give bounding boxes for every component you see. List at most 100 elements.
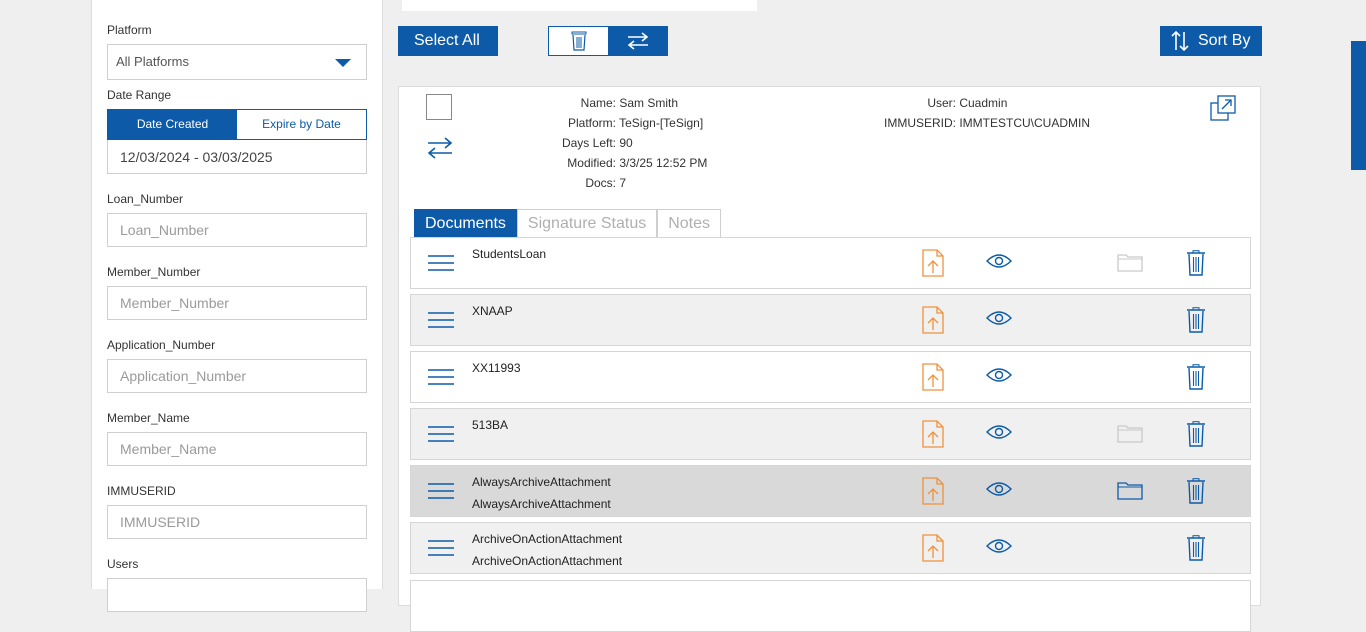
record-name: Name: Sam Smith xyxy=(539,96,678,110)
record-docs-value: 7 xyxy=(619,176,627,190)
document-name: StudentsLoan xyxy=(472,247,547,261)
view-eye-icon[interactable] xyxy=(986,481,1012,497)
document-name: AlwaysArchiveAttachment xyxy=(472,475,611,489)
document-subname: AlwaysArchiveAttachment xyxy=(472,497,611,511)
record-platform-value: TeSign-[TeSign] xyxy=(619,116,704,130)
drag-handle-icon[interactable] xyxy=(428,482,454,500)
open-external-icon[interactable] xyxy=(1210,95,1236,121)
transfer-icon[interactable] xyxy=(426,137,454,159)
folder-icon[interactable] xyxy=(1117,423,1143,443)
drag-handle-icon[interactable] xyxy=(428,539,454,557)
document-name: 513BA xyxy=(472,418,509,432)
list-item[interactable]: XNAAP xyxy=(410,294,1251,346)
tab-notes[interactable]: Notes xyxy=(657,209,722,239)
record-card: Name: Sam Smith Platform: TeSign-[TeSign… xyxy=(398,86,1261,632)
list-item[interactable] xyxy=(410,580,1251,632)
record-docs: Docs: 7 xyxy=(539,176,626,190)
upload-file-icon[interactable] xyxy=(922,477,944,505)
sort-icon xyxy=(1171,30,1189,52)
record-user-key: User: xyxy=(927,96,956,110)
drag-handle-icon[interactable] xyxy=(428,368,454,386)
filter-sidebar: Platform All Platforms Date Range Date C… xyxy=(91,0,383,612)
tab-signature-status[interactable]: Signature Status xyxy=(516,209,658,239)
record-tabs: Documents Signature Status Notes xyxy=(414,209,722,239)
record-days-key: Days Left: xyxy=(561,136,616,150)
member-name-input[interactable]: Member_Name xyxy=(107,432,367,466)
bulk-action-bar xyxy=(548,26,668,56)
upload-file-icon[interactable] xyxy=(922,249,944,277)
platform-select[interactable]: All Platforms xyxy=(107,44,367,80)
expire-by-date-tab[interactable]: Expire by Date xyxy=(237,110,366,139)
record-name-key: Name: xyxy=(580,96,616,110)
delete-trash-icon[interactable] xyxy=(1186,307,1206,333)
platform-label: Platform xyxy=(107,23,152,37)
view-eye-icon[interactable] xyxy=(986,310,1012,326)
list-item[interactable]: XX11993 xyxy=(410,351,1251,403)
chevron-down-icon xyxy=(335,59,351,67)
side-panel-handle[interactable] xyxy=(1351,41,1366,170)
date-range-input[interactable]: 12/03/2024 - 03/03/2025 xyxy=(107,140,367,174)
users-input[interactable] xyxy=(107,578,367,612)
list-item[interactable]: 513BA xyxy=(410,408,1251,460)
tab-documents[interactable]: Documents xyxy=(414,209,517,239)
platform-select-value: All Platforms xyxy=(116,54,189,69)
view-eye-icon[interactable] xyxy=(986,367,1012,383)
record-modified: Modified: 3/3/25 12:52 PM xyxy=(539,156,707,170)
folder-icon[interactable] xyxy=(1117,480,1143,500)
document-name: ArchiveOnActionAttachment xyxy=(472,532,623,546)
drag-handle-icon[interactable] xyxy=(428,311,454,329)
delete-trash-icon[interactable] xyxy=(1186,478,1206,504)
upload-file-icon[interactable] xyxy=(922,420,944,448)
bulk-transfer-button[interactable] xyxy=(608,27,667,55)
delete-trash-icon[interactable] xyxy=(1186,421,1206,447)
loan-number-label: Loan_Number xyxy=(107,192,184,206)
view-eye-icon[interactable] xyxy=(986,424,1012,440)
users-label: Users xyxy=(107,557,139,571)
view-eye-icon[interactable] xyxy=(986,253,1012,269)
upload-file-icon[interactable] xyxy=(922,363,944,391)
record-user-value: Cuadmin xyxy=(959,96,1008,110)
application-number-input[interactable]: Application_Number xyxy=(107,359,367,393)
record-immuserid-value: IMMTESTCU\CUADMIN xyxy=(959,116,1091,130)
application-number-label: Application_Number xyxy=(107,338,216,352)
swap-arrows-icon xyxy=(627,32,648,50)
record-name-value: Sam Smith xyxy=(619,96,679,110)
top-strip xyxy=(402,0,757,11)
document-name: XNAAP xyxy=(472,304,513,318)
record-immuserid-key: IMMUSERID: xyxy=(884,116,956,130)
loan-number-input[interactable]: Loan_Number xyxy=(107,213,367,247)
list-item[interactable]: ArchiveOnActionAttachment ArchiveOnActio… xyxy=(410,522,1251,574)
record-days-value: 90 xyxy=(619,136,633,150)
upload-file-icon[interactable] xyxy=(922,534,944,562)
date-range-label: Date Range xyxy=(107,88,172,102)
view-eye-icon[interactable] xyxy=(986,538,1012,554)
record-immuserid: IMMUSERID: IMMTESTCU\CUADMIN xyxy=(859,116,1090,130)
document-subname: ArchiveOnActionAttachment xyxy=(472,554,623,568)
document-name: XX11993 xyxy=(472,361,521,375)
record-modified-value: 3/3/25 12:52 PM xyxy=(619,156,708,170)
member-number-label: Member_Number xyxy=(107,265,201,279)
date-mode-toggle: Date Created Expire by Date xyxy=(107,109,367,140)
date-created-tab[interactable]: Date Created xyxy=(108,110,237,139)
sort-by-button[interactable]: Sort By xyxy=(1160,26,1262,56)
record-modified-key: Modified: xyxy=(567,156,616,170)
record-platform: Platform: TeSign-[TeSign] xyxy=(539,116,703,130)
member-name-label: Member_Name xyxy=(107,411,190,425)
member-number-input[interactable]: Member_Number xyxy=(107,286,367,320)
bulk-delete-button[interactable] xyxy=(549,27,608,55)
delete-trash-icon[interactable] xyxy=(1186,535,1206,561)
record-checkbox[interactable] xyxy=(426,94,452,120)
select-all-button[interactable]: Select All xyxy=(398,26,498,56)
drag-handle-icon[interactable] xyxy=(428,425,454,443)
drag-handle-icon[interactable] xyxy=(428,254,454,272)
immuserid-input[interactable]: IMMUSERID xyxy=(107,505,367,539)
trash-icon xyxy=(571,31,586,51)
immuserid-label: IMMUSERID xyxy=(107,484,176,498)
delete-trash-icon[interactable] xyxy=(1186,364,1206,390)
list-item[interactable]: AlwaysArchiveAttachment AlwaysArchiveAtt… xyxy=(410,465,1251,517)
sort-by-label: Sort By xyxy=(1198,32,1251,49)
upload-file-icon[interactable] xyxy=(922,306,944,334)
folder-icon[interactable] xyxy=(1117,252,1143,272)
list-item[interactable]: StudentsLoan xyxy=(410,237,1251,289)
delete-trash-icon[interactable] xyxy=(1186,250,1206,276)
